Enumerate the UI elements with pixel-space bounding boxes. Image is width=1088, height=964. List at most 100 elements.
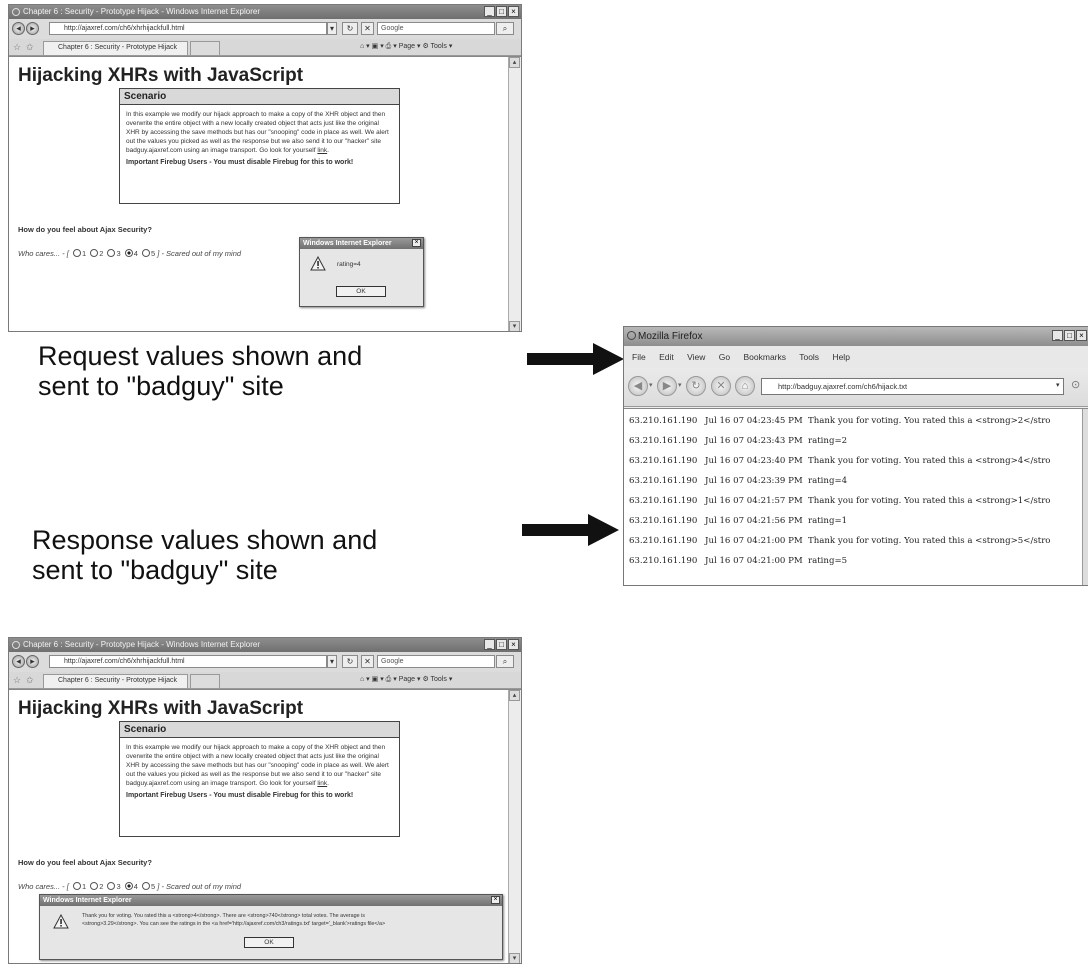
- maximize-button[interactable]: □: [496, 639, 507, 650]
- dialog-ok-button[interactable]: OK: [244, 937, 294, 948]
- close-button[interactable]: ×: [508, 639, 519, 650]
- firefox-home-icon[interactable]: ⌂: [735, 376, 755, 396]
- feeds-icon[interactable]: ▣ ▾: [372, 676, 386, 683]
- alert-dialog-response: Windows Internet Explorer × Thank you for…: [39, 894, 503, 960]
- stop-icon[interactable]: ✕: [361, 655, 374, 668]
- firefox-maximize-button[interactable]: □: [1064, 330, 1075, 341]
- firefox-scrollbar[interactable]: [1082, 409, 1088, 585]
- scroll-up-icon[interactable]: ▴: [509, 57, 520, 68]
- firefox-minimize-button[interactable]: _: [1052, 330, 1063, 341]
- page-tools-menu[interactable]: Page ▾ ⚙ Tools ▾: [399, 43, 453, 50]
- menu-view[interactable]: View: [687, 352, 705, 362]
- favorites-star-icon[interactable]: ☆: [13, 675, 21, 686]
- firefox-window: Mozilla Firefox _ □ × File Edit View Go …: [623, 326, 1088, 586]
- command-bar[interactable]: ⌂ ▾ ▣ ▾ ⎙ ▾ Page ▾ ⚙ Tools ▾: [360, 41, 452, 53]
- firefox-stop-icon[interactable]: ✕: [711, 376, 731, 396]
- rating-radio-1[interactable]: [72, 249, 81, 257]
- address-bar-row: ◂ ▸ http://ajaxref.com/ch6/xhrhijackfull…: [9, 19, 521, 39]
- scenario-text: In this example we modify our hijack app…: [126, 111, 389, 154]
- address-input[interactable]: http://ajaxref.com/ch6/xhrhijackfull.htm…: [49, 655, 327, 668]
- scenario-box: Scenario In this example we modify our h…: [119, 721, 400, 837]
- menu-tools[interactable]: Tools: [799, 352, 819, 362]
- caption-request: Request values shown and sent to "badguy…: [38, 341, 363, 401]
- dialog-close-button[interactable]: ×: [412, 239, 421, 247]
- feeds-icon[interactable]: ▣ ▾: [372, 43, 386, 50]
- rating-radio-4[interactable]: [124, 249, 133, 257]
- scroll-down-icon[interactable]: ▾: [509, 321, 520, 331]
- scenario-box: Scenario In this example we modify our h…: [119, 88, 400, 204]
- search-input[interactable]: Google: [377, 22, 495, 35]
- forward-dropdown-icon[interactable]: ▾: [678, 381, 682, 389]
- forward-arrow-icon[interactable]: ▸: [26, 22, 39, 35]
- menu-help[interactable]: Help: [832, 352, 849, 362]
- search-icon[interactable]: ⌕: [496, 22, 514, 35]
- rating-radio-3[interactable]: [107, 249, 116, 257]
- address-dropdown-icon[interactable]: ▾: [327, 22, 337, 35]
- go-icon[interactable]: ⊙: [1071, 378, 1080, 391]
- print-icon[interactable]: ⎙ ▾: [386, 43, 399, 50]
- tab-row: ☆ ✩ Chapter 6 : Security - Prototype Hij…: [9, 39, 521, 56]
- home-icon[interactable]: ⌂ ▾: [360, 43, 372, 50]
- search-icon[interactable]: ⌕: [496, 655, 514, 668]
- minimize-button[interactable]: _: [484, 639, 495, 650]
- scenario-link[interactable]: link: [317, 780, 327, 787]
- vertical-scrollbar[interactable]: ▴ ▾: [508, 690, 521, 963]
- dialog-ok-button[interactable]: OK: [336, 286, 386, 297]
- dialog-close-button[interactable]: ×: [491, 896, 500, 904]
- log-line: 63.210.161.190 Jul 16 07 04:23:45 PM Thank…: [629, 416, 1051, 426]
- maximize-button[interactable]: □: [496, 6, 507, 17]
- address-dropdown-icon[interactable]: ▾: [327, 655, 337, 668]
- rating-radio-5[interactable]: [142, 249, 151, 257]
- menu-bookmarks[interactable]: Bookmarks: [743, 352, 786, 362]
- firefox-url-input[interactable]: http://badguy.ajaxref.com/ch6/hijack.txt: [761, 378, 1064, 395]
- firefox-forward-icon[interactable]: ▶: [657, 376, 677, 396]
- scenario-text: In this example we modify our hijack app…: [126, 744, 389, 787]
- menu-go[interactable]: Go: [719, 352, 730, 362]
- favorites-star-icon[interactable]: ☆: [13, 42, 21, 53]
- rating-radio-4[interactable]: [124, 882, 133, 890]
- vertical-scrollbar[interactable]: ▴ ▾: [508, 57, 521, 331]
- refresh-icon[interactable]: ↻: [342, 655, 358, 668]
- command-bar[interactable]: ⌂ ▾ ▣ ▾ ⎙ ▾ Page ▾ ⚙ Tools ▾: [360, 674, 452, 686]
- add-favorites-icon[interactable]: ✩: [26, 42, 34, 53]
- forward-arrow-icon[interactable]: ▸: [26, 655, 39, 668]
- page-content: Hijacking XHRs with JavaScript Scenario …: [9, 689, 521, 963]
- tab-chapter6[interactable]: Chapter 6 : Security - Prototype Hijack: [43, 674, 188, 688]
- firefox-back-icon[interactable]: ◀: [628, 376, 648, 396]
- new-tab-button[interactable]: [190, 41, 220, 55]
- survey-question: How do you feel about Ajax Security?: [18, 225, 152, 234]
- address-input[interactable]: http://ajaxref.com/ch6/xhrhijackfull.htm…: [49, 22, 327, 35]
- menu-edit[interactable]: Edit: [659, 352, 674, 362]
- back-arrow-icon[interactable]: ◂: [12, 655, 25, 668]
- rating-radio-1[interactable]: [72, 882, 81, 890]
- minimize-button[interactable]: _: [484, 6, 495, 17]
- back-arrow-icon[interactable]: ◂: [12, 22, 25, 35]
- page-tools-menu[interactable]: Page ▾ ⚙ Tools ▾: [399, 676, 453, 683]
- refresh-icon[interactable]: ↻: [342, 22, 358, 35]
- firefox-close-button[interactable]: ×: [1076, 330, 1087, 341]
- dialog-title: Windows Internet Explorer ×: [40, 895, 502, 906]
- close-button[interactable]: ×: [508, 6, 519, 17]
- stop-icon[interactable]: ✕: [361, 22, 374, 35]
- menu-file[interactable]: File: [632, 352, 646, 362]
- scenario-link[interactable]: link: [317, 147, 327, 154]
- url-dropdown-icon[interactable]: ▾: [1056, 381, 1064, 392]
- back-dropdown-icon[interactable]: ▾: [649, 381, 653, 389]
- print-icon[interactable]: ⎙ ▾: [386, 676, 399, 683]
- rating-radio-5[interactable]: [142, 882, 151, 890]
- rating-radio-3[interactable]: [107, 882, 116, 890]
- tab-row: ☆ ✩ Chapter 6 : Security - Prototype Hij…: [9, 672, 521, 689]
- new-tab-button[interactable]: [190, 674, 220, 688]
- add-favorites-icon[interactable]: ✩: [26, 675, 34, 686]
- firefox-reload-icon[interactable]: ↻: [686, 376, 706, 396]
- search-input[interactable]: Google: [377, 655, 495, 668]
- scroll-down-icon[interactable]: ▾: [509, 953, 520, 963]
- rating-radio-2[interactable]: [90, 249, 99, 257]
- scroll-up-icon[interactable]: ▴: [509, 690, 520, 701]
- dialog-message: Thank you for voting. You rated this a <…: [82, 913, 386, 927]
- warning-icon: [53, 914, 69, 929]
- tab-chapter6[interactable]: Chapter 6 : Security - Prototype Hijack: [43, 41, 188, 55]
- ie-logo-icon: [12, 641, 20, 649]
- home-icon[interactable]: ⌂ ▾: [360, 676, 372, 683]
- rating-radio-2[interactable]: [90, 882, 99, 890]
